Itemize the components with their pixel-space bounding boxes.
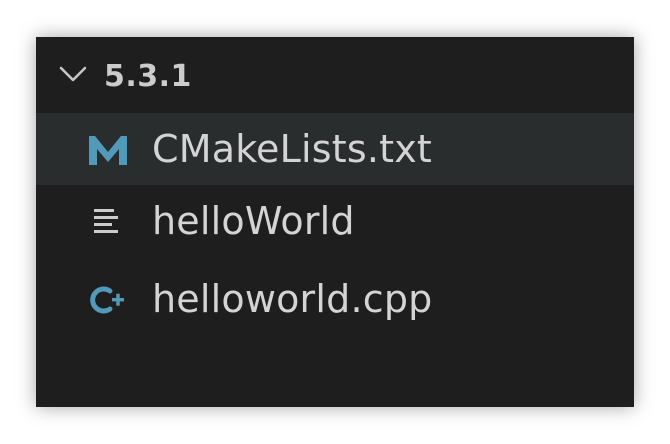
- chevron-down-icon[interactable]: [58, 63, 88, 85]
- cpp-icon: [90, 286, 124, 314]
- file-label: CMakeLists.txt: [152, 127, 433, 171]
- folder-row-5-3-1[interactable]: 5.3.1: [36, 37, 634, 113]
- file-row-helloworld[interactable]: helloWorld: [36, 185, 634, 257]
- file-row-cmakelists[interactable]: CMakeLists.txt: [36, 113, 634, 185]
- file-row-helloworld-cpp[interactable]: helloworld.cpp: [36, 263, 634, 335]
- file-label: helloworld.cpp: [152, 277, 433, 321]
- folder-label: 5.3.1: [104, 59, 192, 94]
- file-label: helloWorld: [152, 199, 355, 243]
- plain-text-lines-icon: [94, 209, 118, 233]
- cmake-m-icon: [89, 136, 127, 165]
- file-explorer-panel: 5.3.1 CMakeLists.txt helloWorld hellowor…: [36, 37, 634, 407]
